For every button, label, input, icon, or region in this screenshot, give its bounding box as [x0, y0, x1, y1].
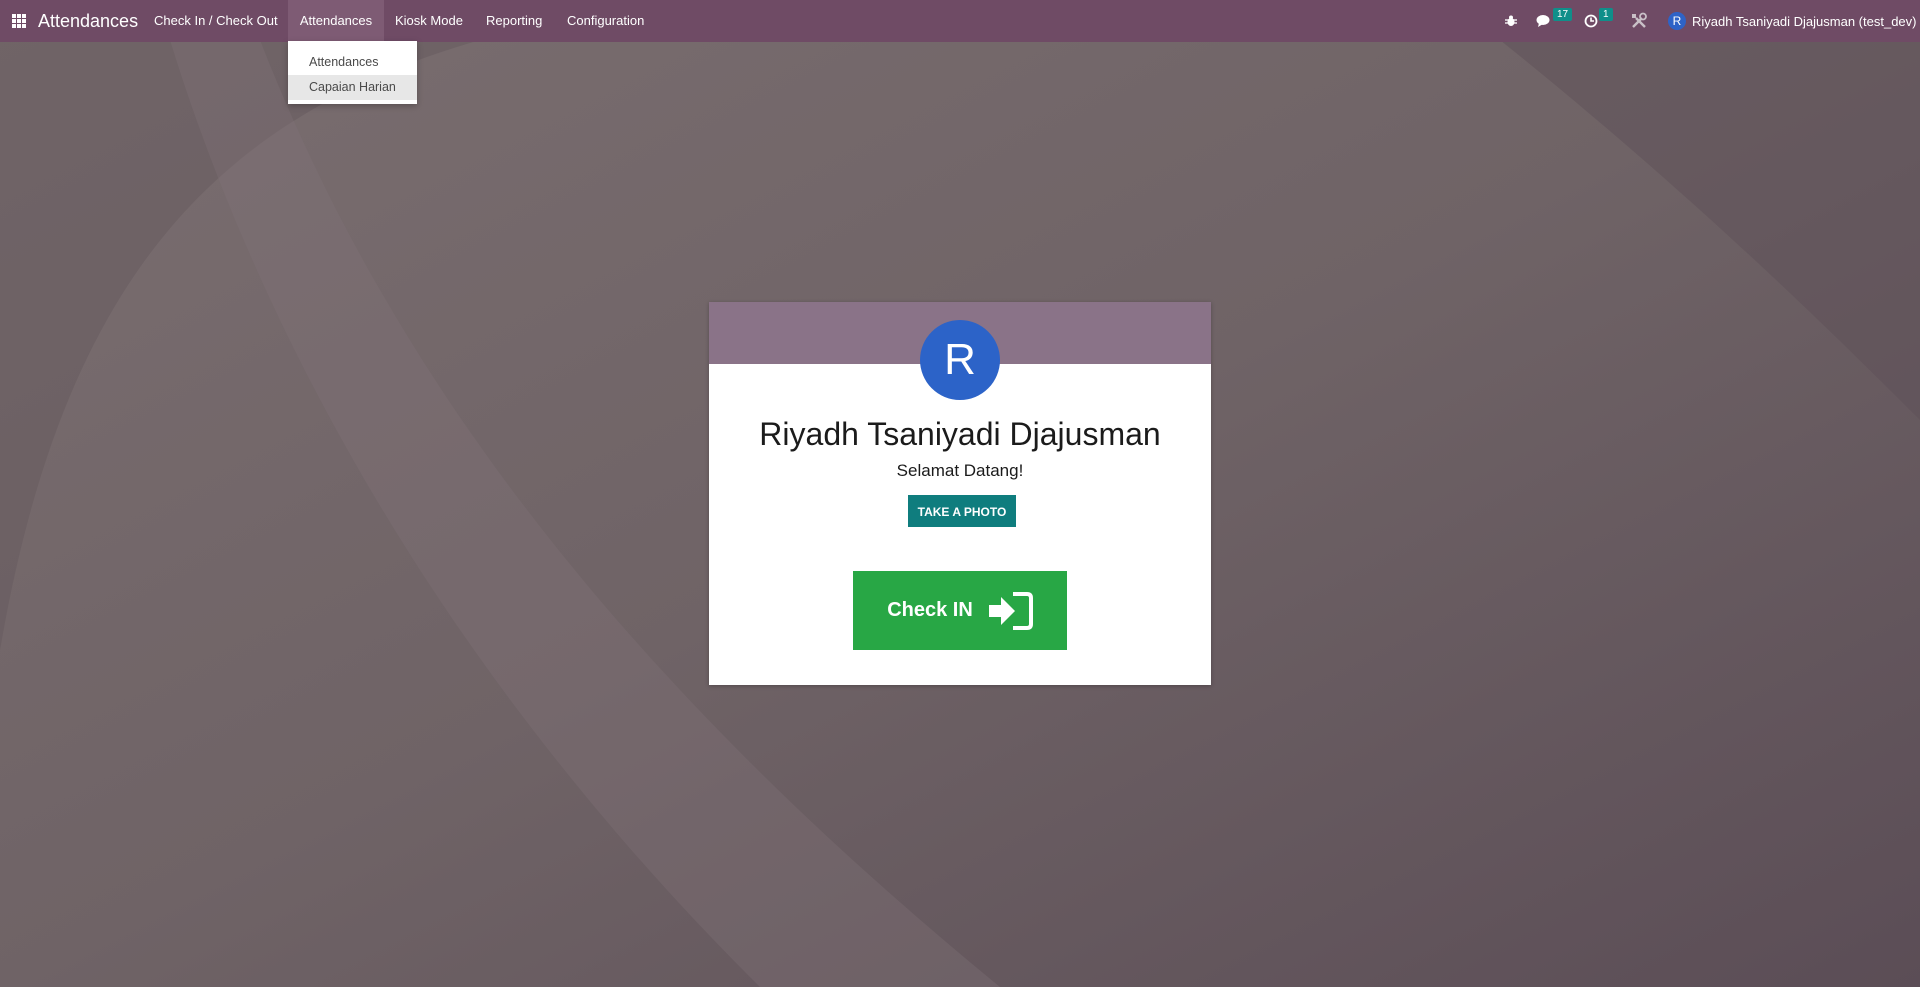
activities-count-badge: 1: [1599, 7, 1613, 21]
top-navbar: Attendances Check In / Check Out Attenda…: [0, 0, 1920, 42]
debug-icon[interactable]: [1504, 0, 1518, 42]
checkin-card: R Riyadh Tsaniyadi Djajusman Selamat Dat…: [709, 302, 1211, 685]
employee-avatar: R: [920, 320, 1000, 400]
menu-attendances[interactable]: Attendances: [288, 0, 384, 42]
check-in-label: Check IN: [887, 599, 973, 621]
messages-button[interactable]: 17: [1536, 0, 1573, 42]
dropdown-item-attendances[interactable]: Attendances: [288, 50, 417, 75]
tools-icon[interactable]: [1630, 0, 1648, 42]
menu-configuration[interactable]: Configuration: [567, 0, 644, 42]
menu-kiosk-mode[interactable]: Kiosk Mode: [395, 0, 463, 42]
app-title[interactable]: Attendances: [38, 11, 138, 32]
activities-button[interactable]: 1: [1584, 0, 1613, 42]
menu-check-in-out[interactable]: Check In / Check Out: [154, 0, 278, 42]
greeting-text: Selamat Datang!: [896, 461, 1024, 480]
check-in-button[interactable]: Check IN: [853, 571, 1067, 650]
dropdown-item-capaian-harian[interactable]: Capaian Harian: [288, 75, 417, 100]
attendances-dropdown-menu: Attendances Capaian Harian: [288, 41, 417, 104]
messages-count-badge: 17: [1553, 7, 1573, 21]
user-menu[interactable]: R Riyadh Tsaniyadi Djajusman (test_dev): [1668, 0, 1916, 42]
menu-reporting[interactable]: Reporting: [486, 0, 542, 42]
user-avatar: R: [1668, 12, 1686, 30]
employee-name: Riyadh Tsaniyadi Djajusman: [759, 416, 1161, 452]
sign-in-icon: [988, 591, 1033, 630]
user-name-label: Riyadh Tsaniyadi Djajusman (test_dev): [1692, 13, 1917, 29]
chat-icon: [1536, 15, 1550, 27]
apps-grid-icon[interactable]: [12, 14, 26, 28]
clock-icon: [1584, 14, 1598, 28]
take-photo-button[interactable]: TAKE A PHOTO: [908, 495, 1016, 527]
